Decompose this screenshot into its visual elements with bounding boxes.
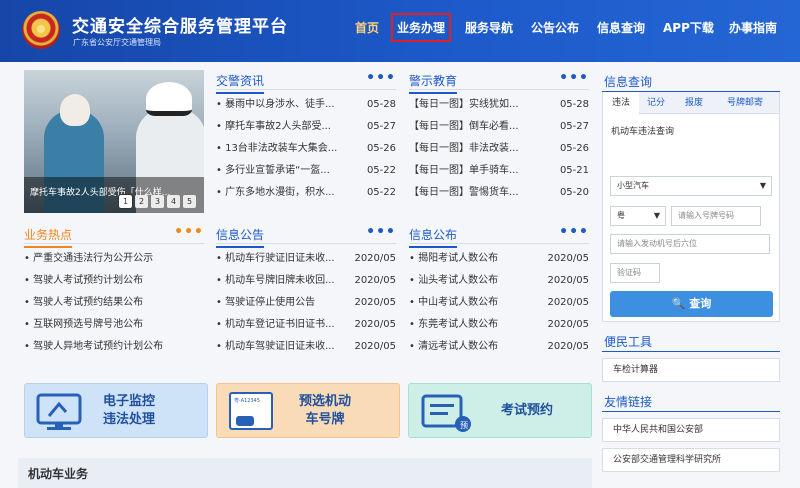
captcha-input[interactable]: 验证码: [610, 263, 660, 283]
hot-panel: 业务热点 ••• • 严重交通违法行为公开公示 • 驾驶人考试预约计划公布 • …: [24, 224, 204, 358]
site-subtitle: 广东省公安厅交通管理局: [73, 38, 161, 47]
vehicle-business-title: 机动车业务: [28, 467, 89, 481]
tool-calculator[interactable]: 车检计算器: [602, 358, 780, 382]
nav-home[interactable]: 首页: [355, 19, 379, 36]
plate-tile-label[interactable]: 预选机动 车号牌: [299, 393, 351, 429]
province-select[interactable]: 粤 ▼: [610, 206, 666, 226]
nav-guide[interactable]: 办事指南: [729, 19, 777, 36]
list-item[interactable]: 【每日一图】单手骑车... 05-21: [409, 160, 589, 182]
tab-scrap[interactable]: 报废: [685, 92, 703, 114]
list-item[interactable]: 【每日一图】非法改装... 05-26: [409, 138, 589, 160]
list-item[interactable]: • 机动车登记证书旧证书... 2020/05: [216, 314, 396, 336]
notice-panel-title[interactable]: 信息公告: [216, 226, 265, 248]
engine-number-input[interactable]: 请输入发动机号后六位: [610, 234, 770, 254]
warning-panel: 警示教育 ••• 【每日一图】实线犹如... 05-28 【每日一图】倒车必看..…: [409, 70, 589, 204]
exam-form-icon: 预: [421, 394, 471, 432]
list-item[interactable]: • 清远考试人数公布 2020/05: [409, 336, 589, 358]
list-item[interactable]: 【每日一图】实线犹如... 05-28: [409, 94, 589, 116]
slider-dots: 1 2 3 4 5: [118, 194, 196, 209]
notice-panel: 信息公告 ••• • 机动车行驶证旧证未收... 2020/05 • 机动车号牌旧…: [216, 224, 396, 358]
slider-dot-5[interactable]: 5: [183, 195, 196, 208]
list-item[interactable]: • 广东多地水漫街，积水... 05-22: [216, 182, 396, 204]
query-box: 违法 记分 报废 号牌邮寄 机动车违法查询 小型汽车 ▼ 粤 ▼ 请输入号牌号码 请…: [602, 92, 780, 322]
plate-tile[interactable]: 粤·A12345 预选机动 车号牌: [216, 383, 400, 438]
news-more-icon[interactable]: •••: [366, 70, 396, 86]
list-item[interactable]: • 驾驶证停止使用公告 2020/05: [216, 292, 396, 314]
query-header: 信息查询: [602, 70, 780, 92]
query-subtitle: 机动车违法查询: [611, 127, 675, 137]
site-header: 交通安全综合服务管理平台 广东省公安厅交通管理局 首页 业务办理 服务导航 公告…: [0, 0, 800, 62]
police-emblem-icon: [22, 11, 60, 49]
announce-more-icon[interactable]: •••: [559, 224, 589, 240]
nav-announcements[interactable]: 公告公布: [531, 19, 579, 36]
svg-text:预: 预: [460, 420, 468, 430]
list-item[interactable]: • 暴雨中以身涉水、徒手... 05-28: [216, 94, 396, 116]
nav-service-guide[interactable]: 服务导航: [465, 19, 513, 36]
hot-panel-title[interactable]: 业务热点: [24, 226, 73, 248]
hot-more-icon[interactable]: •••: [174, 224, 204, 240]
query-submit-button[interactable]: 🔍 查询: [610, 291, 773, 317]
list-item[interactable]: • 机动车号牌旧牌未收回... 2020/05: [216, 270, 396, 292]
nav-business[interactable]: 业务办理: [390, 13, 452, 42]
license-plate-icon: 粤·A12345: [229, 392, 273, 430]
list-item[interactable]: • 汕头考试人数公布 2020/05: [409, 270, 589, 292]
list-item[interactable]: • 严重交通违法行为公开公示: [24, 248, 204, 270]
sidebar: 信息查询 违法 记分 报废 号牌邮寄 机动车违法查询 小型汽车 ▼ 粤 ▼ 请输入号…: [602, 70, 780, 472]
monitor-tile[interactable]: 电子监控 违法处理: [24, 383, 208, 438]
list-item[interactable]: • 驾驶人异地考试预约计划公布: [24, 336, 204, 358]
warning-panel-title[interactable]: 警示教育: [409, 72, 458, 94]
link-research-institute[interactable]: 公安部交通管理科学研究所: [602, 448, 780, 472]
monitor-icon: [36, 393, 82, 430]
news-panel-title[interactable]: 交警资讯: [216, 72, 265, 94]
list-item[interactable]: • 驾驶人考试预约计划公布: [24, 270, 204, 292]
list-item[interactable]: • 13台非法改装车大集会... 05-26: [216, 138, 396, 160]
list-item[interactable]: 【每日一图】警惕货车... 05-20: [409, 182, 589, 204]
slider-dot-1[interactable]: 1: [118, 194, 133, 209]
list-item[interactable]: • 摩托车事故2人头部受... 05-27: [216, 116, 396, 138]
exam-tile[interactable]: 预 考试预约: [408, 383, 592, 438]
list-item[interactable]: • 互联网预选号牌号池公布: [24, 314, 204, 336]
vehicle-type-select[interactable]: 小型汽车 ▼: [610, 176, 772, 196]
list-item[interactable]: • 揭阳考试人数公布 2020/05: [409, 248, 589, 270]
chevron-down-icon: ▼: [653, 211, 660, 220]
list-item[interactable]: • 驾驶人考试预约结果公布: [24, 292, 204, 314]
slider-photo-officer-cap: [146, 82, 192, 116]
link-mps[interactable]: 中华人民共和国公安部: [602, 418, 780, 442]
links-header: 友情链接: [602, 390, 780, 412]
list-item[interactable]: 【每日一图】倒车必看... 05-27: [409, 116, 589, 138]
nav-app-download[interactable]: APP下载: [663, 19, 714, 36]
list-item[interactable]: • 机动车驾驶证旧证未收... 2020/05: [216, 336, 396, 358]
announce-panel-title[interactable]: 信息公布: [409, 226, 458, 248]
tools-title: 便民工具: [604, 335, 653, 349]
warning-more-icon[interactable]: •••: [559, 70, 589, 86]
slider-dot-3[interactable]: 3: [151, 195, 164, 208]
notice-more-icon[interactable]: •••: [366, 224, 396, 240]
search-icon: 🔍: [671, 297, 686, 310]
exam-tile-label[interactable]: 考试预约: [501, 402, 553, 420]
list-item[interactable]: • 东莞考试人数公布 2020/05: [409, 314, 589, 336]
plate-number-input[interactable]: 请输入号牌号码: [671, 206, 761, 226]
vehicle-business-section: 机动车业务: [18, 458, 592, 488]
nav-info-query[interactable]: 信息查询: [597, 19, 645, 36]
tools-header: 便民工具: [602, 330, 780, 352]
query-tabs: 违法 记分 报废 号牌邮寄: [603, 92, 779, 114]
tab-points[interactable]: 记分: [647, 92, 665, 114]
tab-plate-mail[interactable]: 号牌邮寄: [727, 92, 763, 114]
slider-dot-4[interactable]: 4: [167, 195, 180, 208]
announce-panel: 信息公布 ••• • 揭阳考试人数公布 2020/05 • 汕头考试人数公布 202…: [409, 224, 589, 358]
list-item[interactable]: • 中山考试人数公布 2020/05: [409, 292, 589, 314]
slider-photo-helmet: [60, 94, 90, 126]
site-title[interactable]: 交通安全综合服务管理平台: [72, 12, 288, 37]
links-title: 友情链接: [604, 395, 653, 409]
query-title: 信息查询: [604, 75, 653, 89]
tab-violation[interactable]: 违法: [603, 92, 639, 114]
list-item[interactable]: • 多行业宣誓承诺“一盔... 05-22: [216, 160, 396, 182]
chevron-down-icon: ▼: [759, 181, 766, 190]
monitor-tile-label[interactable]: 电子监控 违法处理: [103, 393, 155, 429]
list-item[interactable]: • 机动车行驶证旧证未收... 2020/05: [216, 248, 396, 270]
news-panel: 交警资讯 ••• • 暴雨中以身涉水、徒手... 05-28 • 摩托车事故2人头…: [216, 70, 396, 204]
news-slider[interactable]: 摩托车事故2人头部受伤「什么样... 1 2 3 4 5: [24, 70, 204, 213]
slider-dot-2[interactable]: 2: [135, 195, 148, 208]
plate-icon-text: 粤·A12345: [234, 398, 260, 404]
